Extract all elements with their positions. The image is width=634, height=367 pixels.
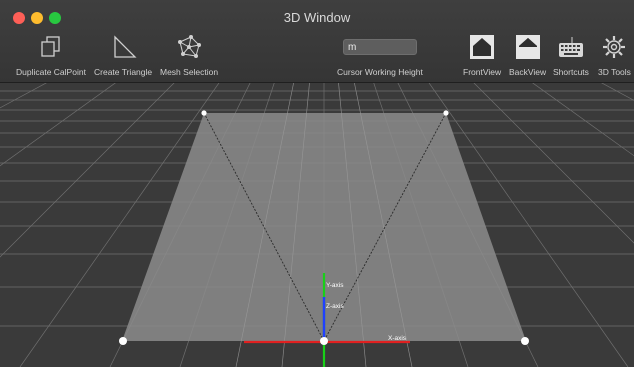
cursor-height-label: Cursor Working Height <box>337 67 423 77</box>
y-axis-label: Y-axis <box>326 282 344 289</box>
calpoint-top-right[interactable] <box>443 110 449 116</box>
duplicate-icon <box>38 30 64 64</box>
gear-icon <box>601 30 627 64</box>
3d-tools-label: 3D Tools <box>598 67 631 77</box>
3d-viewport[interactable]: Y-axis Z-axis X-axis <box>0 83 634 367</box>
keyboard-icon <box>557 30 585 64</box>
front-view-button[interactable]: FrontView <box>463 30 501 77</box>
calpoint-bottom-left[interactable] <box>119 337 127 345</box>
calpoint-top-left[interactable] <box>201 110 207 116</box>
3d-tools-button[interactable]: 3D Tools <box>598 30 631 77</box>
front-view-label: FrontView <box>463 67 502 77</box>
create-triangle-label: Create Triangle <box>94 67 153 77</box>
title-bar: 3D Window Duplicate CalPoint Create Tria… <box>0 0 634 83</box>
back-view-label: BackView <box>509 67 547 77</box>
back-view-button[interactable]: BackView <box>509 30 546 77</box>
calpoint-origin[interactable] <box>320 337 328 345</box>
shortcuts-label: Shortcuts <box>553 67 589 77</box>
create-triangle-button[interactable]: Create Triangle <box>94 30 152 77</box>
triangle-icon <box>109 30 137 64</box>
front-view-icon <box>469 30 495 64</box>
window-title: 3D Window <box>283 10 351 25</box>
shortcuts-button[interactable]: Shortcuts <box>553 30 589 77</box>
mesh-icon <box>174 30 204 64</box>
3d-window: 3D Window Duplicate CalPoint Create Tria… <box>0 0 634 367</box>
duplicate-calpoint-button[interactable]: Duplicate CalPoint <box>16 30 86 77</box>
mesh-selection-label: Mesh Selection <box>160 67 219 77</box>
z-axis-label: Z-axis <box>326 303 344 310</box>
duplicate-calpoint-label: Duplicate CalPoint <box>16 67 86 77</box>
x-axis-label: X-axis <box>388 335 407 342</box>
calpoint-bottom-right[interactable] <box>521 337 529 345</box>
back-view-icon <box>515 30 541 64</box>
cursor-height-input[interactable]: m <box>343 39 417 55</box>
mesh-selection-button[interactable]: Mesh Selection <box>160 30 218 77</box>
